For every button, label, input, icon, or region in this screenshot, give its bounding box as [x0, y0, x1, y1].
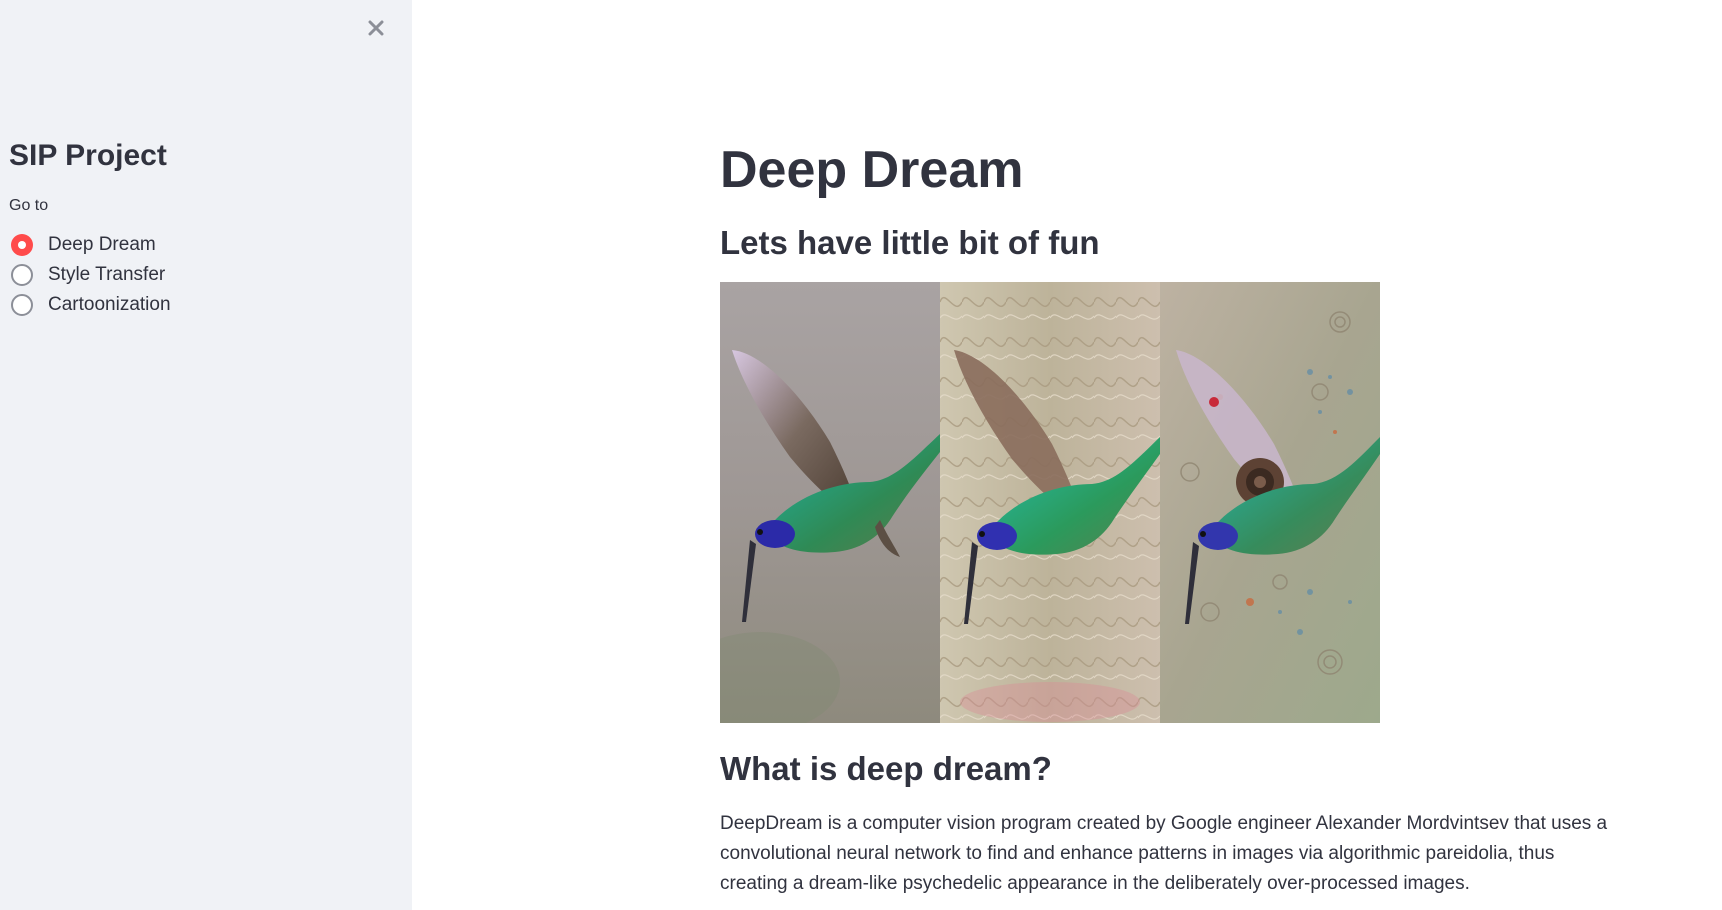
nav-radio-group: Deep Dream Style Transfer Cartoonization: [11, 230, 171, 320]
radio-label: Cartoonization: [48, 294, 171, 315]
description-paragraph: DeepDream is a computer vision program c…: [720, 813, 1608, 894]
main-content: Deep Dream Lets have little bit of fun W…: [412, 0, 1722, 910]
radio-option-style-transfer[interactable]: Style Transfer: [11, 260, 171, 290]
radio-button-selected[interactable]: [11, 234, 33, 256]
app: SIP Project Go to Deep Dream Style Trans…: [0, 0, 1722, 910]
radio-button[interactable]: [11, 294, 33, 316]
image-panel-deep-dream-1: [940, 282, 1160, 723]
sidebar-title: SIP Project: [9, 139, 167, 172]
close-sidebar-button[interactable]: [362, 16, 390, 44]
image-panel-original: [720, 282, 940, 723]
radio-label: Style Transfer: [48, 264, 166, 285]
radio-option-cartoonization[interactable]: Cartoonization: [11, 290, 171, 320]
sidebar: SIP Project Go to Deep Dream Style Trans…: [0, 0, 412, 910]
nav-label: Go to: [9, 197, 49, 214]
image-panel-deep-dream-2: [1160, 282, 1380, 723]
page-title: Deep Dream: [720, 141, 1024, 199]
deep-dream-hummingbird-image: [720, 282, 1380, 723]
radio-label: Deep Dream: [48, 234, 156, 255]
radio-dot: [18, 241, 26, 249]
section-heading: What is deep dream?: [720, 750, 1052, 787]
close-icon: [367, 19, 385, 42]
radio-option-deep-dream[interactable]: Deep Dream: [11, 230, 171, 260]
page-subtitle: Lets have little bit of fun: [720, 224, 1100, 261]
radio-button[interactable]: [11, 264, 33, 286]
